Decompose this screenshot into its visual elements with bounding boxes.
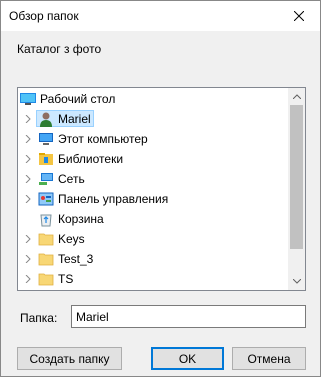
computer-icon xyxy=(39,133,53,145)
libraries-icon xyxy=(39,153,53,165)
tree-item-libraries[interactable]: Библиотеки xyxy=(18,149,290,169)
control-panel-icon xyxy=(38,192,54,206)
folder-label: Папка: xyxy=(20,311,58,325)
tree-item-keys[interactable]: Keys xyxy=(18,229,290,249)
user-folder-icon xyxy=(40,112,52,127)
tree-item-label: Mariel xyxy=(58,112,91,126)
tree-item-label: Keys xyxy=(58,232,85,246)
tree-item-this-pc[interactable]: Этот компьютер xyxy=(18,129,290,149)
folder-tree[interactable]: Рабочий стол Mariel Этот компьютер Библи… xyxy=(17,87,306,291)
close-button[interactable] xyxy=(278,1,320,31)
tree-item-control-panel[interactable]: Панель управления xyxy=(18,189,290,209)
tree-item-label: Корзина xyxy=(58,212,104,226)
chevron-right-icon[interactable] xyxy=(24,135,32,143)
folder-icon xyxy=(38,233,54,246)
network-icon xyxy=(39,173,53,185)
tree-item-desktop[interactable]: Рабочий стол xyxy=(18,89,290,109)
scroll-down-button[interactable] xyxy=(288,273,305,290)
folder-icon xyxy=(38,273,54,286)
chevron-right-icon[interactable] xyxy=(24,235,32,243)
title-bar: Обзор папок xyxy=(1,1,320,31)
tree-item-label: TS xyxy=(58,272,74,286)
scroll-thumb[interactable] xyxy=(290,105,303,249)
tree-item-ts[interactable]: TS xyxy=(18,269,290,289)
chevron-up-icon xyxy=(292,94,301,99)
tree-item-label: Сеть xyxy=(58,172,85,186)
tree-item-mariel[interactable]: Mariel xyxy=(18,109,290,129)
chevron-right-icon[interactable] xyxy=(24,195,32,203)
desktop-icon xyxy=(20,93,36,105)
tree-item-test-3[interactable]: Test_3 xyxy=(18,249,290,269)
tree-item-recycle-bin[interactable]: Корзина xyxy=(18,209,290,229)
tree-scrollbar[interactable] xyxy=(288,88,305,290)
tree-item-label: Библиотеки xyxy=(58,152,124,166)
chevron-right-icon[interactable] xyxy=(24,175,32,183)
ok-button[interactable]: OK xyxy=(151,347,224,370)
new-folder-button[interactable]: Создать папку xyxy=(17,347,122,370)
chevron-down-icon xyxy=(292,279,301,284)
scroll-up-button[interactable] xyxy=(288,88,305,105)
folder-name-input[interactable] xyxy=(71,305,306,328)
window-title: Обзор папок xyxy=(9,9,79,23)
tree-item-network[interactable]: Сеть xyxy=(18,169,290,189)
tree-item-label: Рабочий стол xyxy=(40,92,116,106)
tree-item-label: Test_3 xyxy=(58,252,94,266)
close-icon xyxy=(294,11,304,21)
browse-folder-dialog: Обзор папок Каталог з фото Рабочий стол xyxy=(0,0,321,377)
folder-icon xyxy=(38,253,54,266)
dialog-description: Каталог з фото xyxy=(17,42,102,56)
chevron-right-icon[interactable] xyxy=(24,275,32,283)
chevron-right-icon[interactable] xyxy=(24,155,32,163)
cancel-button[interactable]: Отмена xyxy=(232,347,306,370)
chevron-right-icon[interactable] xyxy=(24,255,32,263)
recycle-bin-icon xyxy=(40,214,52,227)
chevron-right-icon[interactable] xyxy=(24,115,32,123)
tree-item-label: Панель управления xyxy=(58,192,169,206)
tree-item-label: Этот компьютер xyxy=(58,132,148,146)
